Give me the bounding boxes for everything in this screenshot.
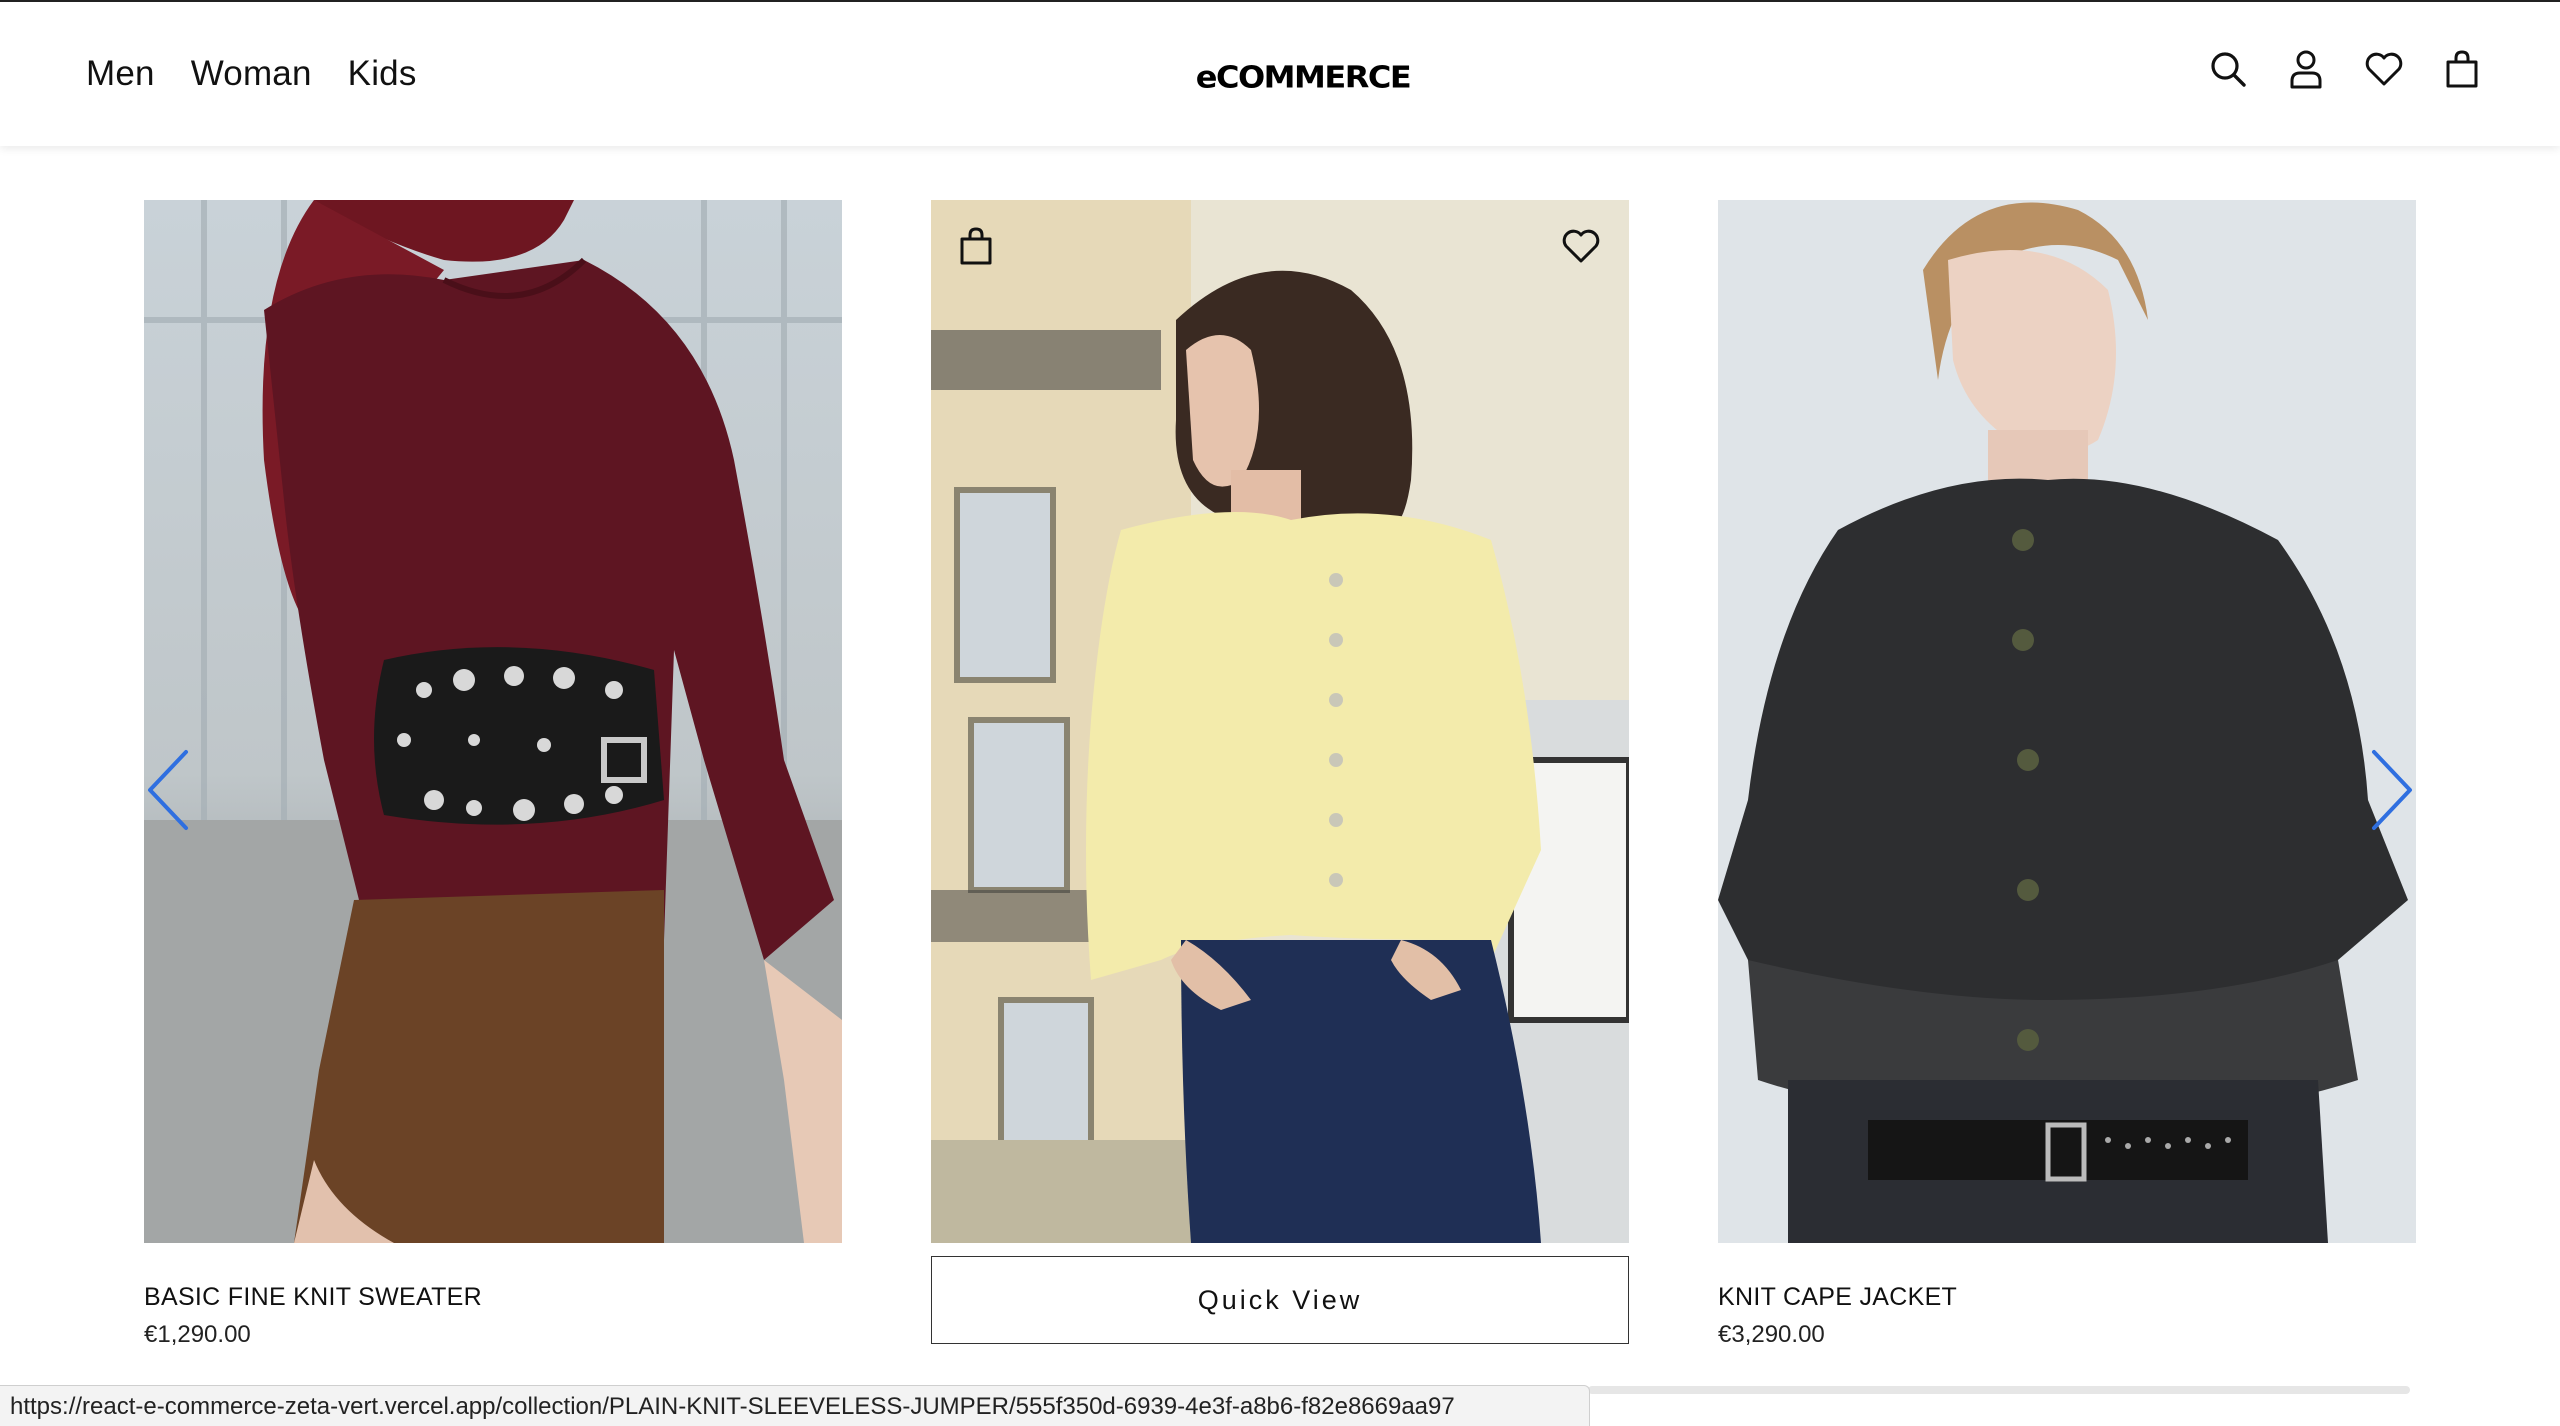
product-card[interactable]: BASIC FINE KNIT SWEATER €1,290.00 <box>144 200 842 1348</box>
product-title[interactable]: BASIC FINE KNIT SWEATER <box>144 1283 482 1312</box>
chevron-right-icon[interactable] <box>2368 748 2416 832</box>
browser-status-url: https://react-e-commerce-zeta-vert.verce… <box>0 1385 1590 1426</box>
wishlist-heart-icon[interactable] <box>1561 228 1601 264</box>
product-card[interactable]: KNIT CAPE JACKET €3,290.00 <box>1718 200 2416 1348</box>
product-price: €3,290.00 <box>1718 1321 1825 1348</box>
product-image-cape-jacket[interactable] <box>1718 200 2416 1243</box>
product-image-cardigan[interactable] <box>931 200 1629 1243</box>
shopping-bag-icon[interactable] <box>2442 48 2482 90</box>
quick-view-button[interactable]: Quick View <box>931 1256 1629 1344</box>
search-icon[interactable] <box>2208 48 2248 90</box>
nav-link-woman[interactable]: Woman <box>191 54 312 94</box>
product-title[interactable]: KNIT CAPE JACKET <box>1718 1283 1957 1312</box>
site-header: Men Woman Kids eCOMMERCE <box>0 2 2560 146</box>
carousel-scrollbar[interactable] <box>1588 1386 2410 1394</box>
product-card[interactable]: Quick View <box>931 200 1629 1344</box>
product-carousel: BASIC FINE KNIT SWEATER €1,290.00 Quick … <box>144 200 2416 1400</box>
site-logo[interactable]: eCOMMERCE <box>1188 59 1418 95</box>
wishlist-heart-icon[interactable] <box>2364 48 2404 90</box>
chevron-left-icon[interactable] <box>144 748 192 832</box>
header-icons <box>2208 48 2482 90</box>
nav-link-kids[interactable]: Kids <box>348 54 417 94</box>
add-to-bag-icon[interactable] <box>959 226 993 266</box>
main-nav: Men Woman Kids <box>86 54 417 94</box>
nav-link-men[interactable]: Men <box>86 54 155 94</box>
account-icon[interactable] <box>2286 48 2326 90</box>
product-image-sweater[interactable] <box>144 200 842 1243</box>
product-price: €1,290.00 <box>144 1321 251 1348</box>
